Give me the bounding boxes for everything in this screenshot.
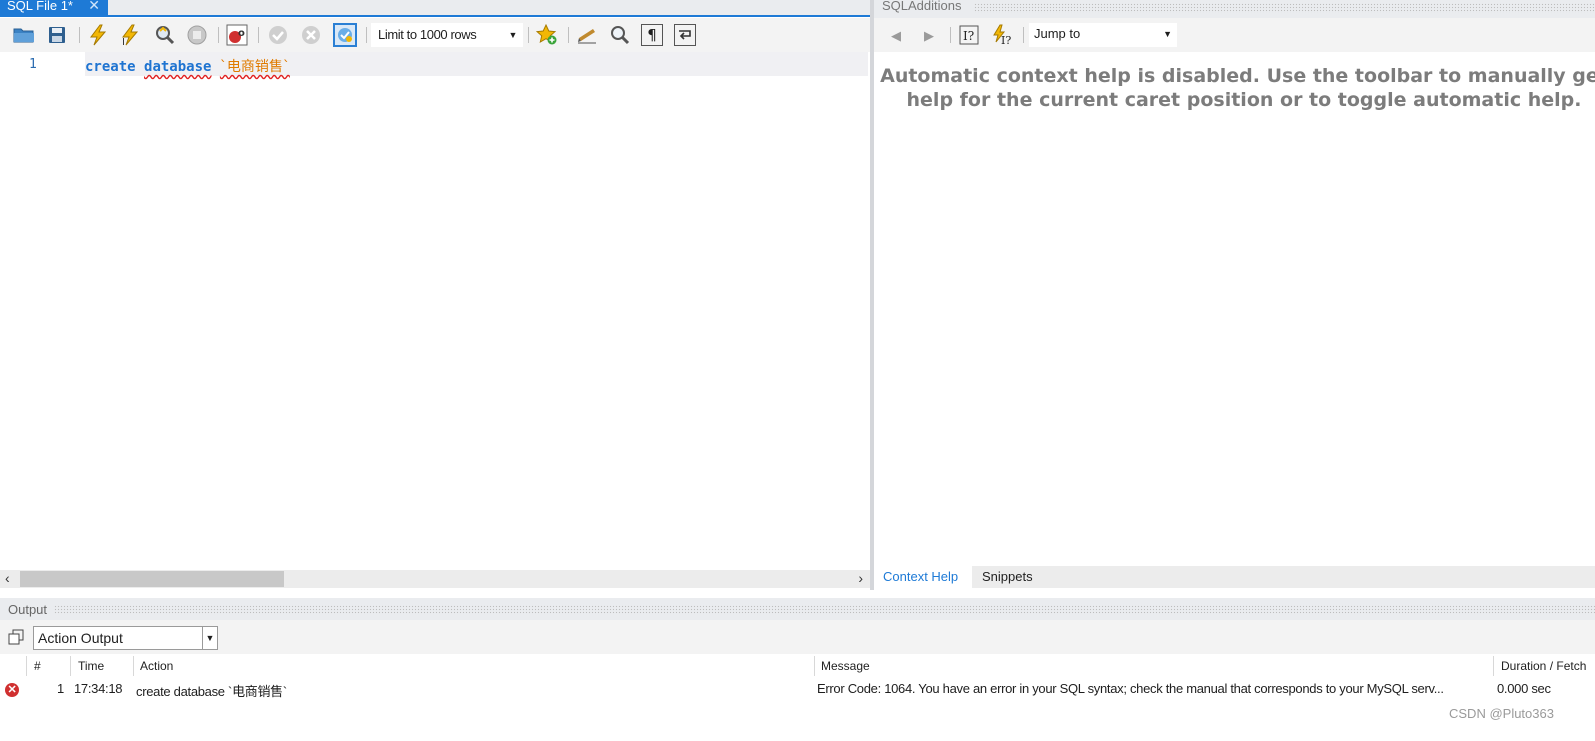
help-line-1: Automatic context help is disabled. Use … [880,65,1595,87]
commit-icon[interactable] [266,23,290,47]
forward-icon[interactable]: ▶ [917,23,941,47]
column-separator [70,656,71,676]
wrap-icon[interactable] [674,24,696,46]
auto-help-icon[interactable]: I? [990,23,1014,47]
column-message[interactable]: Message [821,659,870,673]
sql-additions-toolbar: ◀ ▶ I? I? Jump to ▼ [874,18,1595,52]
workbench-window: SQL File 1* ✕ I o Limit to 1000 rows ▼ ¶… [0,0,1595,741]
jump-to-select[interactable]: Jump to ▼ [1029,23,1177,47]
execute-current-icon[interactable]: I [119,23,143,47]
svg-text:o: o [238,28,245,39]
horizontal-scrollbar[interactable]: ‹ › [0,570,870,588]
column-separator [26,656,27,676]
scroll-right-icon[interactable]: › [858,570,863,586]
toolbar-separator [218,27,219,43]
toolbar-separator [366,27,367,43]
open-folder-icon[interactable] [12,23,36,47]
row-time: 17:34:18 [74,681,123,696]
help-line-2: help for the current caret position or t… [906,89,1582,111]
watermark: CSDN @Pluto363 [1449,706,1554,721]
code-line[interactable]: create database `电商销售` [85,56,290,76]
toolbar-separator [258,27,259,43]
column-duration[interactable]: Duration / Fetch [1501,659,1586,673]
toolbar-separator [79,27,80,43]
sql-additions-panel: SQLAdditions ◀ ▶ I? I? Jump to ▼ Automat… [874,0,1595,590]
column-separator [133,656,134,676]
autocommit-icon[interactable] [333,23,357,47]
error-icon: ✕ [5,683,19,697]
svg-text:I?: I? [963,29,974,43]
column-num[interactable]: # [34,659,41,673]
svg-text:I: I [122,37,125,46]
row-duration: 0.000 sec [1497,681,1551,696]
sql-additions-tabs: Context Help Snippets [874,566,1595,588]
output-table-header: # Time Action Message Duration / Fetch [0,654,1595,676]
row-message: Error Code: 1064. You have an error in y… [817,681,1444,696]
panel-title: SQLAdditions [882,0,964,13]
toolbar-separator [950,27,951,43]
invisible-chars-icon[interactable]: ¶ [641,24,663,46]
tab-context-help[interactable]: Context Help [874,566,972,588]
column-time[interactable]: Time [78,659,104,673]
column-separator [814,656,815,676]
output-type-value: Action Output [38,630,123,646]
line-number: 1 [29,57,37,72]
chevron-down-icon: ▼ [508,30,517,40]
sql-editor-panel: SQL File 1* ✕ I o Limit to 1000 rows ▼ ¶… [0,0,870,590]
sql-additions-header: SQLAdditions [874,0,1595,18]
execute-icon[interactable] [86,23,110,47]
sql-keyword-database: database [144,59,212,75]
scroll-left-icon[interactable]: ‹ [5,570,10,586]
stop-icon[interactable] [185,23,209,47]
row-num: 1 [57,681,64,696]
limit-rows-value: Limit to 1000 rows [378,27,477,42]
header-grip [54,605,1595,614]
table-row[interactable]: ✕ 1 17:34:18 create database `电商销售` Erro… [0,678,1595,700]
context-help-message: Automatic context help is disabled. Use … [874,64,1595,112]
copy-icon[interactable] [8,629,24,645]
add-snippet-icon[interactable] [535,23,559,47]
output-panel: Output Action Output ▼ # Time Action Mes… [0,598,1595,741]
save-icon[interactable] [45,23,69,47]
output-header: Output [0,598,1595,620]
output-title: Output [8,602,51,617]
output-type-select[interactable]: Action Output ▼ [33,626,218,650]
beautify-icon[interactable] [575,23,599,47]
chevron-down-icon: ▼ [1163,29,1172,39]
scrollbar-thumb[interactable] [20,571,284,587]
limit-rows-select[interactable]: Limit to 1000 rows ▼ [371,23,523,47]
code-editor[interactable]: 1 create database `电商销售` [0,52,870,570]
find-icon[interactable] [608,23,632,47]
toolbar-separator [568,27,569,43]
editor-toolbar: I o Limit to 1000 rows ▼ ¶ [0,18,870,52]
header-grip [974,3,1595,13]
explain-icon[interactable] [152,23,176,47]
back-icon[interactable]: ◀ [884,23,908,47]
toolbar-separator [528,27,529,43]
rollback-icon[interactable] [299,23,323,47]
toolbar-separator [1023,27,1024,43]
editor-tabbar: SQL File 1* ✕ [0,0,870,17]
sql-identifier: `电商销售` [219,59,290,75]
chevron-down-icon: ▼ [202,627,217,649]
column-separator [1493,656,1494,676]
tab-snippets[interactable]: Snippets [982,566,1033,588]
jump-to-value: Jump to [1034,26,1081,41]
manual-help-icon[interactable]: I? [957,23,981,47]
tab-label: SQL File 1* [7,0,73,13]
close-icon[interactable]: ✕ [88,0,100,12]
output-toolbar: Action Output ▼ [0,620,1595,654]
svg-text:I?: I? [1001,34,1011,46]
sql-keyword-create: create [85,59,136,75]
tab-sql-file[interactable]: SQL File 1* ✕ [0,0,108,17]
toggle-error-icon[interactable]: o [225,23,249,47]
column-action[interactable]: Action [140,659,173,673]
row-action: create database `电商销售` [136,684,287,699]
